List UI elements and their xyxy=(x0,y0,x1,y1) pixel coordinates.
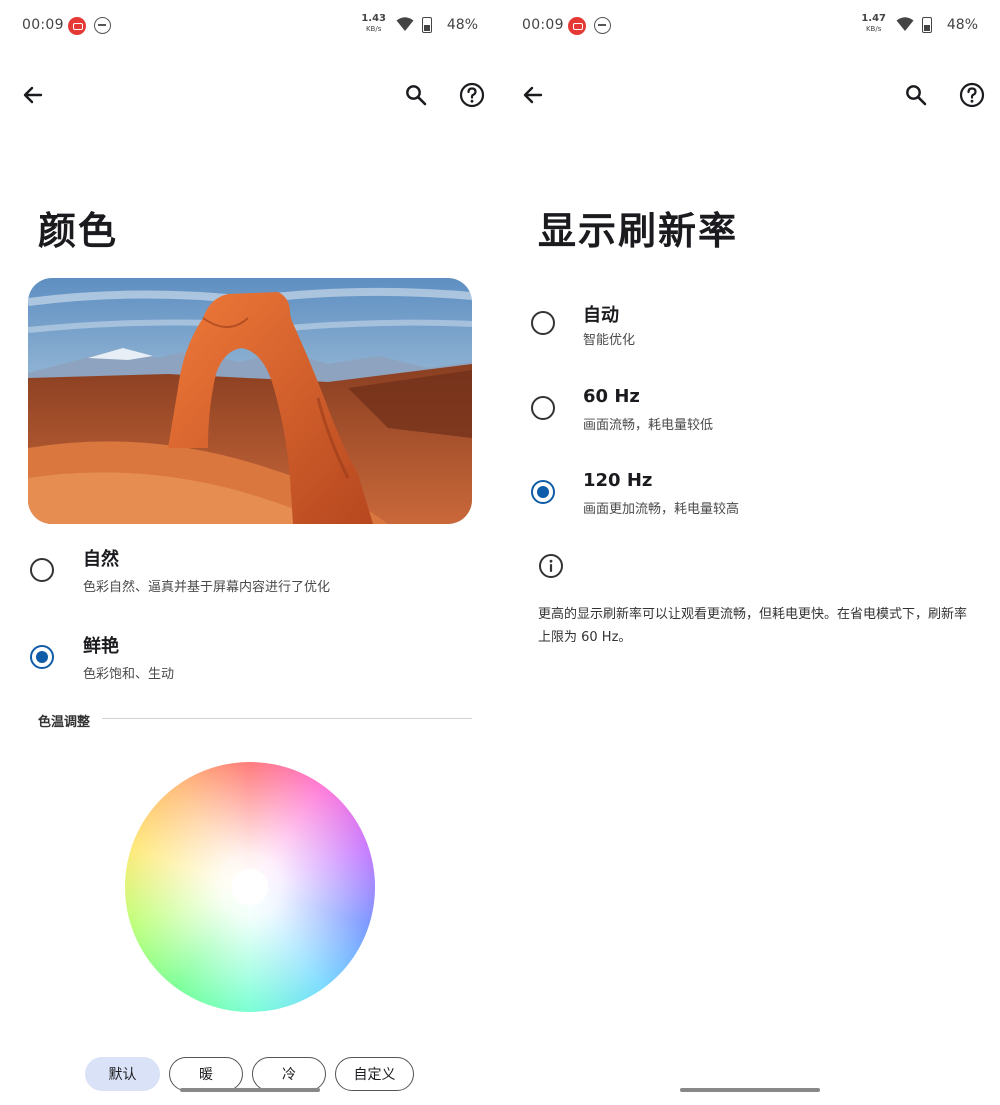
network-speed: 1.43 KB/s xyxy=(361,14,386,34)
navigation-notification-icon xyxy=(594,17,611,34)
status-bar: 00:09 1.43 KB/s 48% xyxy=(22,14,478,38)
network-speed-value: 1.47 xyxy=(861,13,886,24)
refresh-rate-screen: 00:09 1.47 KB/s 48% 显示刷新率 自动 智能优化 60 Hz … xyxy=(500,0,1000,1105)
mode-subtitle-vivid: 色彩饱和、生动 xyxy=(83,667,175,682)
preset-custom-chip[interactable]: 自定义 xyxy=(335,1057,414,1091)
refresh-option-60hz[interactable]: 60 Hz 画面流畅，耗电量较低 xyxy=(526,385,980,445)
mode-title-natural: 自然 xyxy=(83,549,119,570)
back-button[interactable] xyxy=(516,78,550,112)
app-notification-icon xyxy=(568,17,586,35)
help-button[interactable] xyxy=(955,78,989,112)
refresh-subtitle-120hz: 画面更加流畅，耗电量较高 xyxy=(583,502,740,517)
battery-percentage: 48% xyxy=(946,17,978,33)
battery-percentage: 48% xyxy=(446,17,478,33)
preset-default-chip[interactable]: 默认 xyxy=(85,1057,160,1091)
refresh-subtitle-60hz: 画面流畅，耗电量较低 xyxy=(583,418,714,433)
network-speed-value: 1.43 xyxy=(361,13,386,24)
preset-warm-chip[interactable]: 暖 xyxy=(169,1057,243,1091)
refresh-subtitle-auto: 智能优化 xyxy=(583,333,636,348)
battery-icon xyxy=(422,17,432,33)
color-temperature-wheel[interactable] xyxy=(125,762,375,1012)
help-icon xyxy=(959,82,985,108)
app-notification-icon xyxy=(68,17,86,35)
gesture-navigation-bar[interactable] xyxy=(180,1088,320,1092)
refresh-option-120hz[interactable]: 120 Hz 画面更加流畅，耗电量较高 xyxy=(526,469,980,529)
radio-vivid[interactable] xyxy=(30,645,54,669)
wheel-selector-handle[interactable] xyxy=(232,869,268,905)
preset-cool-chip[interactable]: 冷 xyxy=(252,1057,326,1091)
status-bar: 00:09 1.47 KB/s 48% xyxy=(522,14,978,38)
battery-icon xyxy=(922,17,932,33)
status-time: 00:09 xyxy=(22,17,64,33)
info-icon xyxy=(538,553,564,583)
arrow-back-icon xyxy=(523,86,543,104)
network-speed-unit: KB/s xyxy=(865,25,882,33)
page-title: 显示刷新率 xyxy=(538,209,739,253)
help-button[interactable] xyxy=(455,78,489,112)
search-icon xyxy=(906,85,927,106)
refresh-rate-info-text: 更高的显示刷新率可以让观看更流畅，但耗电更快。在省电模式下，刷新率上限为 60 … xyxy=(538,607,968,645)
mode-option-natural[interactable]: 自然 色彩自然、逼真并基于屏幕内容进行了优化 xyxy=(26,545,480,605)
section-divider xyxy=(102,718,472,719)
wifi-icon xyxy=(396,16,414,36)
section-label-color-temperature: 色温调整 xyxy=(38,715,91,730)
refresh-title-120hz: 120 Hz xyxy=(583,470,653,491)
search-button[interactable] xyxy=(899,78,933,112)
radio-60hz[interactable] xyxy=(531,396,555,420)
refresh-title-auto: 自动 xyxy=(583,305,619,326)
color-preview-image xyxy=(28,278,472,524)
mode-subtitle-natural: 色彩自然、逼真并基于屏幕内容进行了优化 xyxy=(83,580,331,595)
back-button[interactable] xyxy=(16,78,50,112)
mode-option-vivid[interactable]: 鲜艳 色彩饱和、生动 xyxy=(26,632,480,692)
refresh-option-auto[interactable]: 自动 智能优化 xyxy=(526,300,980,360)
network-speed-unit: KB/s xyxy=(365,25,382,33)
mode-title-vivid: 鲜艳 xyxy=(83,636,119,657)
search-button[interactable] xyxy=(399,78,433,112)
navigation-notification-icon xyxy=(94,17,111,34)
gesture-navigation-bar[interactable] xyxy=(680,1088,820,1092)
arrow-back-icon xyxy=(23,86,43,104)
radio-natural[interactable] xyxy=(30,558,54,582)
radio-120hz[interactable] xyxy=(531,480,555,504)
radio-auto[interactable] xyxy=(531,311,555,335)
network-speed: 1.47 KB/s xyxy=(861,14,886,34)
status-time: 00:09 xyxy=(522,17,564,33)
search-icon xyxy=(406,85,427,106)
wifi-icon xyxy=(896,16,914,36)
page-title: 颜色 xyxy=(38,209,119,253)
help-icon xyxy=(459,82,485,108)
refresh-title-60hz: 60 Hz xyxy=(583,386,640,407)
color-settings-screen: 00:09 1.43 KB/s 48% 颜色 自然 色彩自然、逼真并基于屏幕内容… xyxy=(0,0,500,1105)
